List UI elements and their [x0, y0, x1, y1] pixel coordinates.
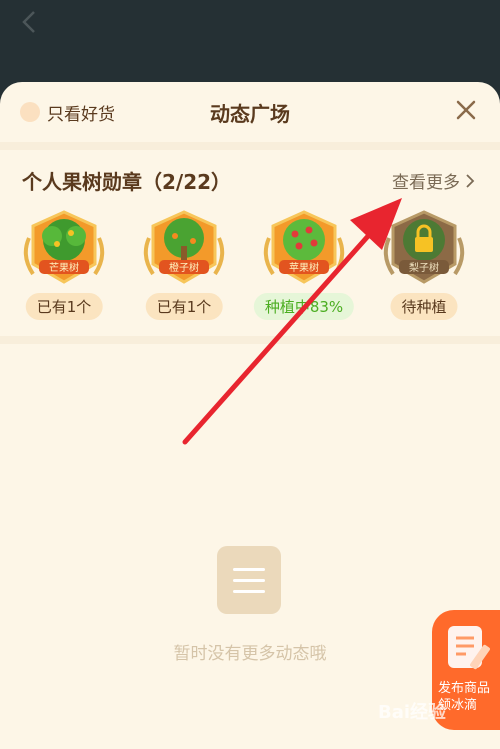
badge-name: 梨子树 [409, 261, 439, 274]
chevron-right-icon [466, 173, 475, 188]
badge-row: 芒果树 已有1个 橙子树 已有1个 苹果树 种植中83% 梨子树 待种植 [0, 208, 500, 328]
edit-note-icon [448, 626, 490, 670]
view-more-link[interactable]: 查看更多 [392, 168, 476, 193]
mango-tree-badge-icon: 芒果树 [23, 210, 105, 284]
badge-name: 苹果树 [289, 261, 319, 274]
empty-state-message: 暂时没有更多动态哦 [173, 644, 327, 664]
badge-status: 已有1个 [145, 293, 223, 320]
divider [0, 336, 500, 344]
section-title: 个人果树勋章（2/22） [22, 170, 232, 194]
top-bar [0, 0, 500, 85]
badge-status: 已有1个 [25, 293, 103, 320]
orange-tree-badge-icon: 橙子树 [143, 210, 225, 284]
watermark-logo: Bai经验 [378, 702, 447, 723]
chevron-left-icon[interactable] [18, 10, 42, 34]
list-icon [217, 546, 281, 614]
dynamic-plaza-sheet: 只看好货 动态广场 个人果树勋章（2/22） 查看更多 芒果树 已有1个 橙子树… [0, 82, 500, 749]
badge-pear-tree[interactable]: 梨子树 待种植 [369, 208, 479, 328]
page-title: 动态广场 [210, 102, 290, 126]
divider [0, 142, 500, 150]
pear-tree-badge-icon: 梨子树 [383, 210, 465, 284]
view-more-label: 查看更多 [392, 173, 460, 193]
badge-orange-tree[interactable]: 橙子树 已有1个 [129, 208, 239, 328]
badge-apple-tree[interactable]: 苹果树 种植中83% [249, 208, 359, 328]
close-icon[interactable] [454, 98, 478, 122]
badge-status: 待种植 [390, 293, 458, 320]
sheet-header: 只看好货 动态广场 [0, 82, 500, 142]
badge-status: 种植中83% [253, 293, 355, 320]
badge-name: 橙子树 [169, 261, 199, 274]
fruit-tree-badges-section: 个人果树勋章（2/22） 查看更多 芒果树 已有1个 橙子树 已有1个 苹果树 … [0, 152, 500, 336]
apple-tree-badge-icon: 苹果树 [263, 210, 345, 284]
badge-mango-tree[interactable]: 芒果树 已有1个 [9, 208, 119, 328]
badge-name: 芒果树 [49, 261, 79, 274]
